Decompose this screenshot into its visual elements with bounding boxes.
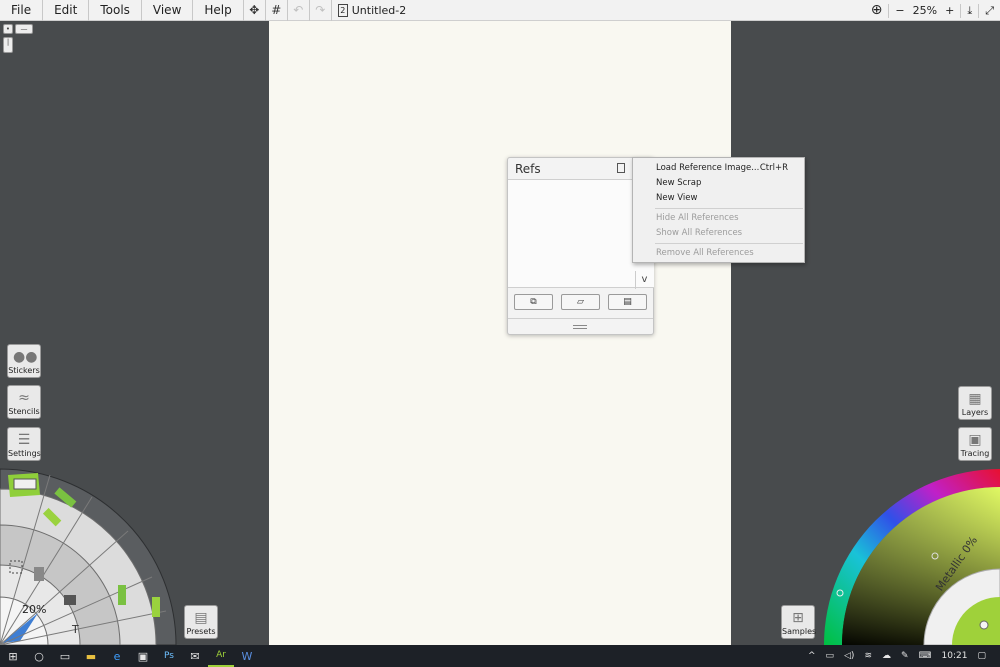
menu-help[interactable]: Help	[193, 0, 244, 21]
menu-edit[interactable]: Edit	[43, 0, 90, 21]
redo-icon[interactable]: ↷	[310, 0, 332, 21]
menu-show-all-references[interactable]: Show All References	[656, 226, 801, 240]
pen-icon[interactable]: ✎	[896, 651, 914, 661]
start-icon[interactable]: ⊞	[0, 645, 26, 667]
zoom-out-button[interactable]: −	[889, 0, 910, 21]
zoom-level: 25%	[912, 4, 938, 17]
stencils-icon: ≈	[18, 390, 30, 406]
layers-button[interactable]: ▦ Layers	[958, 386, 992, 420]
zoom-in-button[interactable]: +	[939, 0, 960, 21]
document-title: Untitled-2	[351, 3, 407, 17]
settings-label: Settings	[8, 449, 41, 458]
chevron-up-icon[interactable]: ^	[803, 651, 821, 661]
tracing-icon: ▣	[968, 432, 982, 448]
zoom-controls: ⊕ − 25% + ⤓ ⤢	[865, 0, 1000, 21]
photoshop-icon[interactable]: Ps	[156, 645, 182, 667]
zoom-fit-icon[interactable]: ⊕	[865, 0, 889, 21]
refs-title: Refs	[515, 161, 541, 176]
tracing-button[interactable]: ▣ Tracing	[958, 427, 992, 461]
file-explorer-icon[interactable]: ▬	[78, 645, 104, 667]
panel-handle-icon[interactable]: •	[3, 24, 13, 34]
samples-label: Samples	[782, 627, 817, 636]
system-tray: ^ ▭ ◁) ≋ ☁ ✎ ⌨ 10:21 ▢	[803, 645, 1000, 667]
stickers-button[interactable]: ●● Stickers	[7, 344, 41, 378]
presets-button[interactable]: ▤ Presets	[184, 605, 218, 639]
undo-icon[interactable]: ↶	[288, 0, 310, 21]
context-menu: Load Reference Image... Ctrl+R New Scrap…	[632, 157, 805, 263]
load-image-button[interactable]: ⧉	[514, 294, 553, 310]
new-scrap-button[interactable]: ▱	[561, 294, 600, 310]
stencils-label: Stencils	[8, 407, 40, 416]
artrage-icon[interactable]: Ar	[208, 645, 234, 667]
samples-grid-icon: ⊞	[792, 610, 804, 626]
mail-icon[interactable]: ✉	[182, 645, 208, 667]
edge-icon[interactable]: e	[104, 645, 130, 667]
slider-handle-icon[interactable]: —	[15, 24, 33, 34]
presets-label: Presets	[186, 627, 216, 636]
menu-separator	[655, 243, 803, 244]
brush-size-percent: 20%	[22, 603, 47, 616]
menu-new-scrap[interactable]: New Scrap	[656, 176, 801, 190]
menu-new-view[interactable]: New View	[656, 191, 801, 205]
document-icon: 2	[337, 3, 348, 17]
word-icon[interactable]: W	[234, 645, 260, 667]
document-tab[interactable]: 2 Untitled-2	[337, 3, 407, 17]
stencils-button[interactable]: ≈ Stencils	[7, 385, 41, 419]
menu-load-reference-image[interactable]: Load Reference Image... Ctrl+R	[656, 161, 801, 175]
menu-item-shortcut: Ctrl+R	[759, 163, 788, 173]
volume-icon[interactable]: ◁)	[839, 651, 859, 661]
menu-item-label: Load Reference Image...	[656, 163, 760, 173]
move-icon[interactable]: ✥	[244, 0, 266, 21]
text-tool-icon[interactable]: T	[71, 623, 79, 636]
battery-icon[interactable]: ▭	[821, 651, 840, 661]
tool-wheel[interactable]: T	[0, 467, 180, 645]
download-icon[interactable]: ⤓	[961, 0, 978, 21]
settings-sliders-icon: ☰	[17, 432, 31, 448]
layers-icon: ▦	[968, 391, 982, 407]
color-wheel[interactable]	[824, 467, 1000, 645]
presets-icon: ▤	[194, 610, 208, 626]
menu-tools[interactable]: Tools	[89, 0, 142, 21]
clock-time[interactable]: 10:21	[937, 651, 973, 661]
refs-button-row: ⧉ ▱ ▤	[514, 294, 647, 310]
cloud-icon[interactable]: ☁	[877, 651, 896, 661]
grid-icon[interactable]: #	[266, 0, 288, 21]
menu-separator	[655, 208, 803, 209]
menu-remove-all-references[interactable]: Remove All References	[656, 246, 801, 260]
document-menu-icon[interactable]	[617, 163, 625, 173]
vertical-handle-icon[interactable]: |	[3, 37, 13, 53]
layers-label: Layers	[961, 408, 989, 417]
keyboard-icon[interactable]: ⌨	[914, 651, 937, 661]
settings-button[interactable]: ☰ Settings	[7, 427, 41, 461]
search-icon[interactable]: ○	[26, 645, 52, 667]
store-icon[interactable]: ▣	[130, 645, 156, 667]
stickers-label: Stickers	[8, 366, 40, 375]
windows-taskbar: ⊞ ○ ▭ ▬ e ▣ Ps ✉ Ar W ^ ▭ ◁) ≋ ☁ ✎ ⌨ 10:…	[0, 645, 1000, 667]
drawing-canvas[interactable]	[269, 21, 731, 645]
menu-view[interactable]: View	[142, 0, 194, 21]
network-icon[interactable]: ≋	[859, 651, 877, 661]
fullscreen-icon[interactable]: ⤢	[979, 0, 1000, 21]
samples-button[interactable]: ⊞ Samples	[781, 605, 817, 639]
task-view-icon[interactable]: ▭	[52, 645, 78, 667]
grip-icon	[573, 325, 587, 329]
menu-bar: File Edit Tools View Help ✥ # ↶ ↷ 2 Unti…	[0, 0, 1000, 21]
scroll-down-button[interactable]: v	[635, 271, 653, 289]
notifications-icon[interactable]: ▢	[972, 651, 1000, 661]
stickers-icon: ●●	[13, 349, 38, 365]
new-view-button[interactable]: ▤	[608, 294, 647, 310]
resize-grip[interactable]	[508, 318, 653, 335]
menu-file[interactable]: File	[0, 0, 44, 21]
menu-hide-all-references[interactable]: Hide All References	[656, 211, 801, 225]
tracing-label: Tracing	[960, 449, 990, 458]
